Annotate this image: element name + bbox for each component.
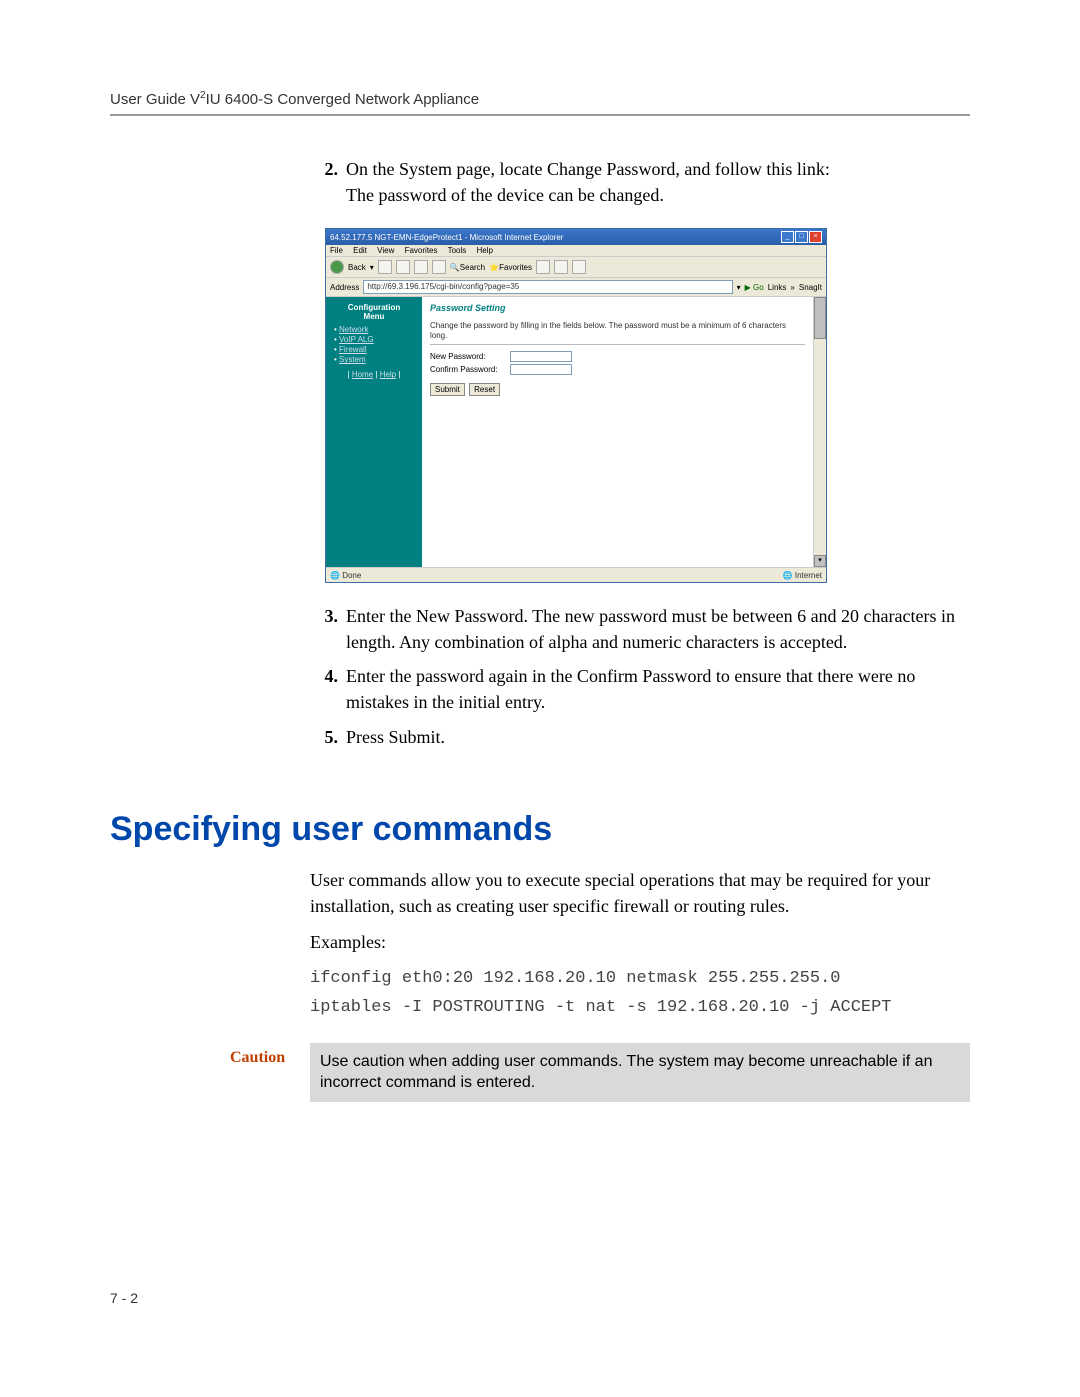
- password-setting-title: Password Setting: [430, 303, 805, 313]
- confirm-password-input[interactable]: [510, 364, 572, 375]
- caution-text: Use caution when adding user commands. T…: [310, 1043, 970, 1102]
- embedded-screenshot: 64.52.177.5 NGT-EMN-EdgeProtect1 - Micro…: [325, 228, 970, 583]
- stop-icon[interactable]: [396, 260, 410, 274]
- history-icon[interactable]: [536, 260, 550, 274]
- refresh-icon[interactable]: [414, 260, 428, 274]
- config-sidebar: ConfigurationMenu Network VoIP ALG Firew…: [326, 297, 422, 567]
- step-3: 3. Enter the New Password. The new passw…: [310, 603, 970, 655]
- menu-tools[interactable]: Tools: [448, 246, 467, 255]
- favorites-button[interactable]: ⭐Favorites: [489, 263, 532, 272]
- menu-edit[interactable]: Edit: [353, 246, 367, 255]
- snagit-button[interactable]: SnagIt: [799, 283, 822, 292]
- reset-button[interactable]: Reset: [469, 383, 500, 396]
- go-button[interactable]: ▶ Go: [745, 283, 764, 292]
- menu-help[interactable]: Help: [477, 246, 493, 255]
- print-icon[interactable]: [572, 260, 586, 274]
- search-button[interactable]: 🔍Search: [450, 263, 485, 272]
- menu-view[interactable]: View: [377, 246, 394, 255]
- ie-titlebar: 64.52.177.5 NGT-EMN-EdgeProtect1 - Micro…: [326, 229, 826, 245]
- sidebar-item-firewall[interactable]: Firewall: [339, 345, 367, 354]
- sidebar-item-network[interactable]: Network: [339, 325, 368, 334]
- ie-address-bar: Address http://69.3.196.175/cgi-bin/conf…: [326, 278, 826, 297]
- forward-icon[interactable]: [378, 260, 392, 274]
- confirm-password-label: Confirm Password:: [430, 365, 510, 374]
- minimize-icon[interactable]: _: [781, 231, 794, 243]
- step-5: 5. Press Submit.: [310, 724, 970, 750]
- password-panel: Password Setting Change the password by …: [422, 297, 813, 567]
- close-icon[interactable]: ×: [809, 231, 822, 243]
- page-number: 7 - 2: [110, 1290, 138, 1306]
- sidebar-help-link[interactable]: Help: [380, 370, 396, 379]
- back-button[interactable]: Back: [348, 263, 366, 272]
- address-input[interactable]: http://69.3.196.175/cgi-bin/config?page=…: [363, 280, 732, 294]
- submit-button[interactable]: Submit: [430, 383, 465, 396]
- step-2: 2. On the System page, locate Change Pas…: [310, 156, 970, 208]
- section-intro: User commands allow you to execute speci…: [310, 867, 970, 919]
- password-description: Change the password by filling in the fi…: [430, 321, 805, 340]
- sidebar-item-system[interactable]: System: [339, 355, 366, 364]
- home-icon[interactable]: [432, 260, 446, 274]
- menu-favorites[interactable]: Favorites: [405, 246, 438, 255]
- ie-menubar: File Edit View Favorites Tools Help: [326, 245, 826, 257]
- maximize-icon[interactable]: □: [795, 231, 808, 243]
- sidebar-home-link[interactable]: Home: [352, 370, 373, 379]
- section-heading: Specifying user commands: [110, 810, 970, 849]
- menu-file[interactable]: File: [330, 246, 343, 255]
- new-password-label: New Password:: [430, 352, 510, 361]
- ie-status-bar: 🌐 Done 🌐 Internet: [326, 567, 826, 582]
- step-4: 4. Enter the password again in the Confi…: [310, 663, 970, 715]
- sidebar-item-voip[interactable]: VoIP ALG: [339, 335, 374, 344]
- caution-label: Caution: [230, 1043, 310, 1102]
- new-password-input[interactable]: [510, 351, 572, 362]
- code-examples: ifconfig eth0:20 192.168.20.10 netmask 2…: [310, 965, 970, 1023]
- mail-icon[interactable]: [554, 260, 568, 274]
- page-header: User Guide V2IU 6400-S Converged Network…: [110, 90, 970, 116]
- scrollbar[interactable]: ▾: [813, 297, 826, 567]
- links-label: Links: [768, 283, 787, 292]
- examples-label: Examples:: [310, 929, 970, 955]
- ie-toolbar: Back ▾ 🔍Search ⭐Favorites: [326, 257, 826, 278]
- back-icon[interactable]: [330, 260, 344, 274]
